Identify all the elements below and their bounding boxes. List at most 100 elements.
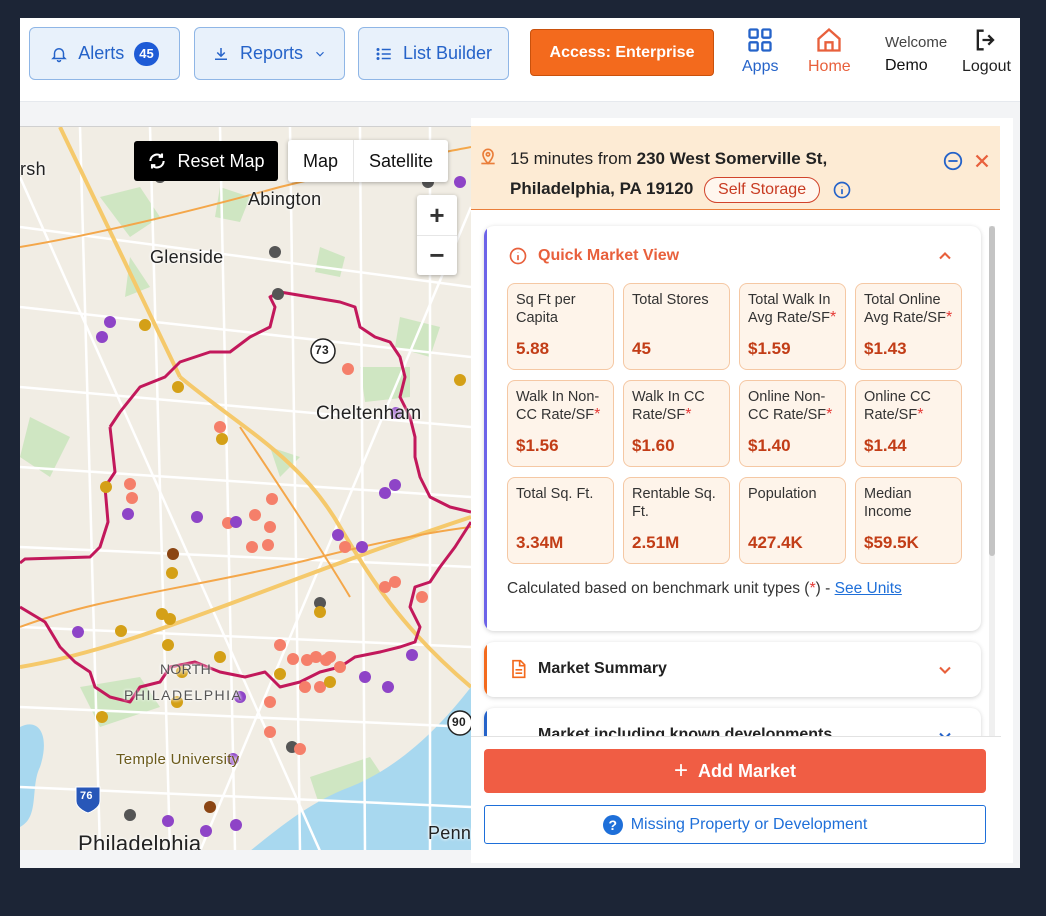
market-summary-title: Market Summary <box>538 660 667 677</box>
metric-tile: Online CC Rate/SF* $1.44 <box>855 380 962 467</box>
home-nav-item[interactable]: Home <box>808 26 851 76</box>
store-marker[interactable] <box>249 509 261 521</box>
info-icon[interactable] <box>832 180 852 200</box>
store-marker[interactable] <box>191 511 203 523</box>
store-marker[interactable] <box>124 809 136 821</box>
store-marker[interactable] <box>126 492 138 504</box>
store-marker[interactable] <box>406 649 418 661</box>
map-label-temple: Temple University <box>116 751 240 768</box>
store-marker[interactable] <box>334 661 346 673</box>
metric-label: Total Stores <box>632 292 709 308</box>
store-marker[interactable] <box>230 516 242 528</box>
store-marker[interactable] <box>294 743 306 755</box>
store-marker[interactable] <box>324 651 336 663</box>
store-marker[interactable] <box>314 606 326 618</box>
store-marker[interactable] <box>72 626 84 638</box>
store-marker[interactable] <box>96 331 108 343</box>
logout-button[interactable]: Logout <box>962 26 1011 76</box>
alerts-button[interactable]: Alerts 45 <box>29 27 180 80</box>
reset-map-button[interactable]: Reset Map <box>134 141 278 181</box>
store-marker[interactable] <box>299 681 311 693</box>
store-marker[interactable] <box>382 681 394 693</box>
store-marker[interactable] <box>162 815 174 827</box>
store-marker[interactable] <box>264 696 276 708</box>
store-marker[interactable] <box>274 639 286 651</box>
apps-nav-item[interactable]: Apps <box>742 26 778 76</box>
store-marker[interactable] <box>172 381 184 393</box>
store-marker[interactable] <box>454 374 466 386</box>
store-marker[interactable] <box>324 676 336 688</box>
scrollbar-thumb[interactable] <box>989 226 995 556</box>
metric-label: Walk In CC Rate/SF <box>632 389 705 423</box>
user-name: Demo <box>885 57 928 74</box>
store-marker[interactable] <box>164 613 176 625</box>
store-marker[interactable] <box>356 541 368 553</box>
market-summary-section[interactable]: Market Summary <box>484 642 981 697</box>
store-marker[interactable] <box>200 825 212 837</box>
store-marker[interactable] <box>100 481 112 493</box>
benchmark-note: Calculated based on benchmark unit types… <box>507 580 902 598</box>
map-type-satellite[interactable]: Satellite <box>353 140 448 182</box>
benchmark-star: * <box>826 406 833 423</box>
map-type-map[interactable]: Map <box>288 140 353 182</box>
store-marker[interactable] <box>389 479 401 491</box>
store-marker[interactable] <box>166 567 178 579</box>
store-marker[interactable] <box>379 487 391 499</box>
store-marker[interactable] <box>264 521 276 533</box>
store-marker[interactable] <box>124 478 136 490</box>
home-icon <box>817 27 842 52</box>
zoom-in-button[interactable]: + <box>417 195 457 235</box>
plus-icon: + <box>673 757 688 784</box>
store-marker[interactable] <box>216 433 228 445</box>
map-label-abington: Abington <box>248 189 322 209</box>
map-view[interactable]: rsh Abington Glenside Cheltenham NORTH P… <box>20 126 471 850</box>
store-marker[interactable] <box>139 319 151 331</box>
missing-property-button[interactable]: ? Missing Property or Development <box>484 805 986 844</box>
store-marker[interactable] <box>332 529 344 541</box>
list-builder-button[interactable]: List Builder <box>358 27 509 80</box>
store-marker[interactable] <box>115 625 127 637</box>
metric-value: $1.56 <box>516 436 559 455</box>
store-marker[interactable] <box>359 671 371 683</box>
store-marker[interactable] <box>204 801 216 813</box>
home-label: Home <box>808 58 851 75</box>
access-enterprise-button[interactable]: Access: Enterprise <box>530 29 714 76</box>
metric-tile: Total Online Avg Rate/SF* $1.43 <box>855 283 962 370</box>
quick-market-view-title: Quick Market View <box>538 247 680 264</box>
store-marker[interactable] <box>230 819 242 831</box>
store-marker[interactable] <box>287 653 299 665</box>
store-marker[interactable] <box>167 548 179 560</box>
store-marker[interactable] <box>342 363 354 375</box>
see-units-link[interactable]: See Units <box>835 580 902 597</box>
chevron-up-icon[interactable] <box>935 246 955 266</box>
store-marker[interactable] <box>264 726 276 738</box>
store-marker[interactable] <box>266 493 278 505</box>
add-market-button[interactable]: + Add Market <box>484 749 986 793</box>
zoom-out-button[interactable]: − <box>417 235 457 275</box>
store-marker[interactable] <box>104 316 116 328</box>
store-marker[interactable] <box>246 541 258 553</box>
store-marker[interactable] <box>416 591 428 603</box>
store-marker[interactable] <box>214 421 226 433</box>
store-marker[interactable] <box>269 246 281 258</box>
store-marker[interactable] <box>262 539 274 551</box>
store-marker[interactable] <box>272 288 284 300</box>
property-type-pill[interactable]: Self Storage <box>704 177 821 203</box>
bell-icon <box>51 47 68 62</box>
store-marker[interactable] <box>389 576 401 588</box>
store-marker[interactable] <box>274 668 286 680</box>
reports-button[interactable]: Reports <box>194 27 345 80</box>
chevron-down-icon <box>939 666 951 674</box>
collapse-icon[interactable] <box>942 150 964 172</box>
metric-tile: Sq Ft per Capita 5.88 <box>507 283 614 370</box>
close-icon[interactable] <box>971 150 993 172</box>
map-label-cheltenham: Cheltenham <box>316 403 422 424</box>
store-marker[interactable] <box>122 508 134 520</box>
store-marker[interactable] <box>162 639 174 651</box>
store-marker[interactable] <box>454 176 466 188</box>
quick-market-view-header[interactable]: Quick Market View <box>508 246 679 266</box>
store-marker[interactable] <box>214 651 226 663</box>
store-marker[interactable] <box>339 541 351 553</box>
store-marker[interactable] <box>96 711 108 723</box>
metric-tile: Population 427.4K <box>739 477 846 564</box>
